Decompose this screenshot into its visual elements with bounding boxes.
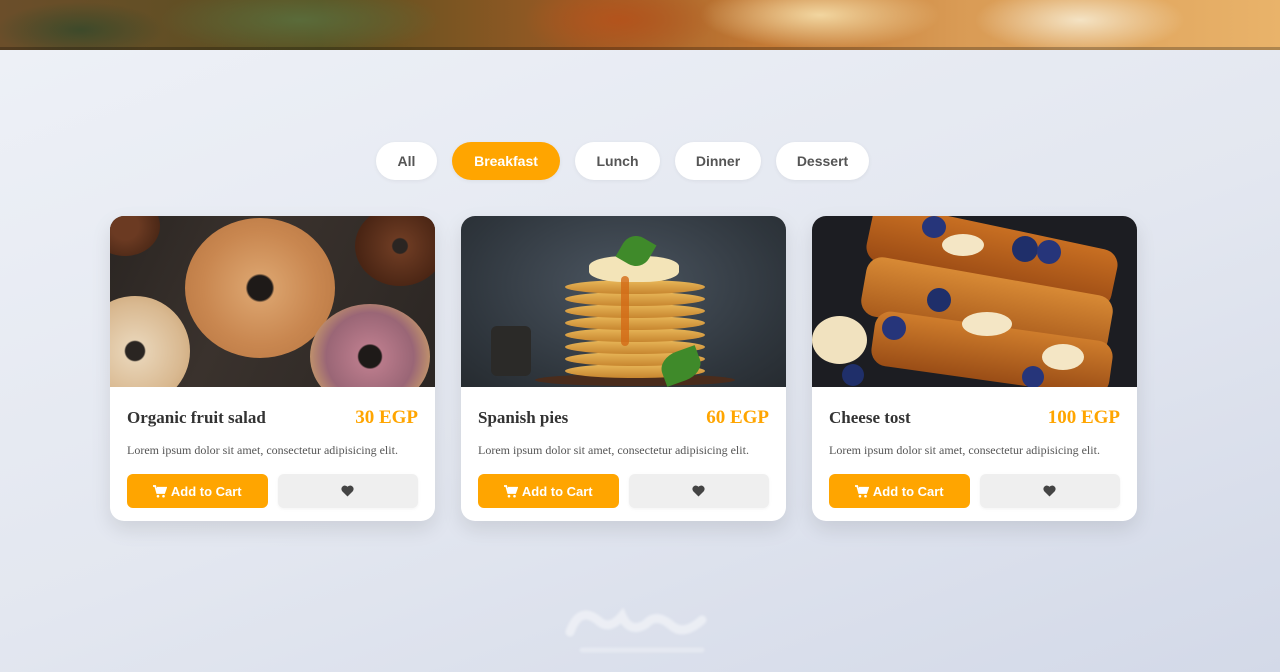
add-to-cart-button[interactable]: Add to Cart (478, 474, 619, 508)
menu-card: Organic fruit salad 30 EGP Lorem ipsum d… (110, 216, 435, 521)
favorite-button[interactable] (277, 474, 418, 508)
shopping-cart-icon (152, 484, 167, 498)
add-to-cart-label: Add to Cart (521, 483, 593, 499)
card-image-donuts (110, 216, 435, 387)
add-to-cart-label: Add to Cart (872, 483, 944, 499)
add-to-cart-button[interactable]: Add to Cart (127, 474, 268, 508)
filter-breakfast[interactable]: Breakfast (452, 142, 560, 180)
card-description: Lorem ipsum dolor sit amet, consectetur … (829, 443, 1100, 457)
card-title: Spanish pies (478, 408, 569, 427)
filter-all[interactable]: All (376, 142, 437, 180)
heart-icon (1043, 485, 1056, 497)
hero-banner (0, 0, 1280, 50)
heart-icon (341, 485, 354, 497)
shopping-cart-icon (503, 484, 518, 498)
card-description: Lorem ipsum dolor sit amet, consectetur … (127, 443, 398, 457)
menu-cards: Organic fruit salad 30 EGP Lorem ipsum d… (110, 216, 1137, 521)
card-price: 60 EGP (706, 407, 769, 428)
filter-lunch[interactable]: Lunch (575, 142, 660, 180)
card-price: 100 EGP (1047, 407, 1120, 428)
menu-card: Spanish pies 60 EGP Lorem ipsum dolor si… (461, 216, 786, 521)
card-image-pancakes (461, 216, 786, 387)
shopping-cart-icon (854, 484, 869, 498)
card-title: Organic fruit salad (127, 408, 266, 427)
watermark-logo (562, 592, 722, 662)
filter-dessert[interactable]: Dessert (776, 142, 869, 180)
menu-card: Cheese tost 100 EGP Lorem ipsum dolor si… (812, 216, 1137, 521)
card-description: Lorem ipsum dolor sit amet, consectetur … (478, 443, 749, 457)
add-to-cart-button[interactable]: Add to Cart (829, 474, 970, 508)
card-price: 30 EGP (355, 407, 418, 428)
filter-dinner[interactable]: Dinner (675, 142, 761, 180)
card-title: Cheese tost (829, 408, 911, 427)
add-to-cart-label: Add to Cart (170, 483, 242, 499)
favorite-button[interactable] (628, 474, 769, 508)
favorite-button[interactable] (979, 474, 1120, 508)
card-image-french-toast (812, 216, 1137, 387)
category-filters: All Breakfast Lunch Dinner Dessert (376, 142, 869, 180)
heart-icon (692, 485, 705, 497)
